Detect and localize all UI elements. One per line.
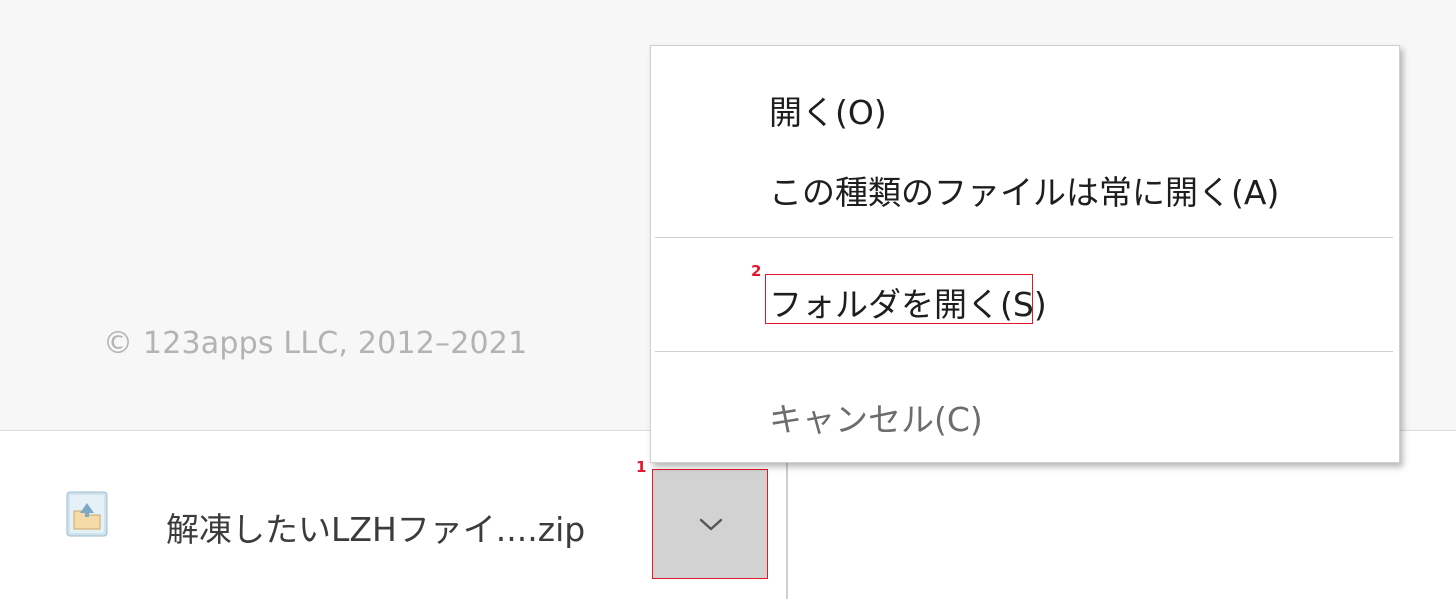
open-folder-highlight xyxy=(765,274,1033,324)
download-options-button[interactable] xyxy=(652,469,768,579)
shelf-item-divider xyxy=(786,459,788,599)
menu-item-open[interactable]: 開く(O) xyxy=(769,86,887,134)
menu-separator xyxy=(655,237,1393,238)
annotation-step-1: 1 xyxy=(636,458,647,476)
chevron-down-icon xyxy=(699,518,723,531)
menu-item-cancel[interactable]: キャンセル(C) xyxy=(769,393,983,441)
menu-separator xyxy=(655,351,1393,352)
download-context-menu: 開く(O) この種類のファイルは常に開く(A) フォルダを開く(S) 2 キャン… xyxy=(650,45,1400,463)
archive-file-icon[interactable] xyxy=(66,491,108,537)
download-file-name[interactable]: 解凍したいLZHファイ....zip xyxy=(166,503,585,551)
copyright-text: © 123apps LLC, 2012–2021 xyxy=(103,326,528,361)
menu-item-always-open-type[interactable]: この種類のファイルは常に開く(A) xyxy=(769,166,1279,214)
annotation-step-2: 2 xyxy=(751,262,762,280)
